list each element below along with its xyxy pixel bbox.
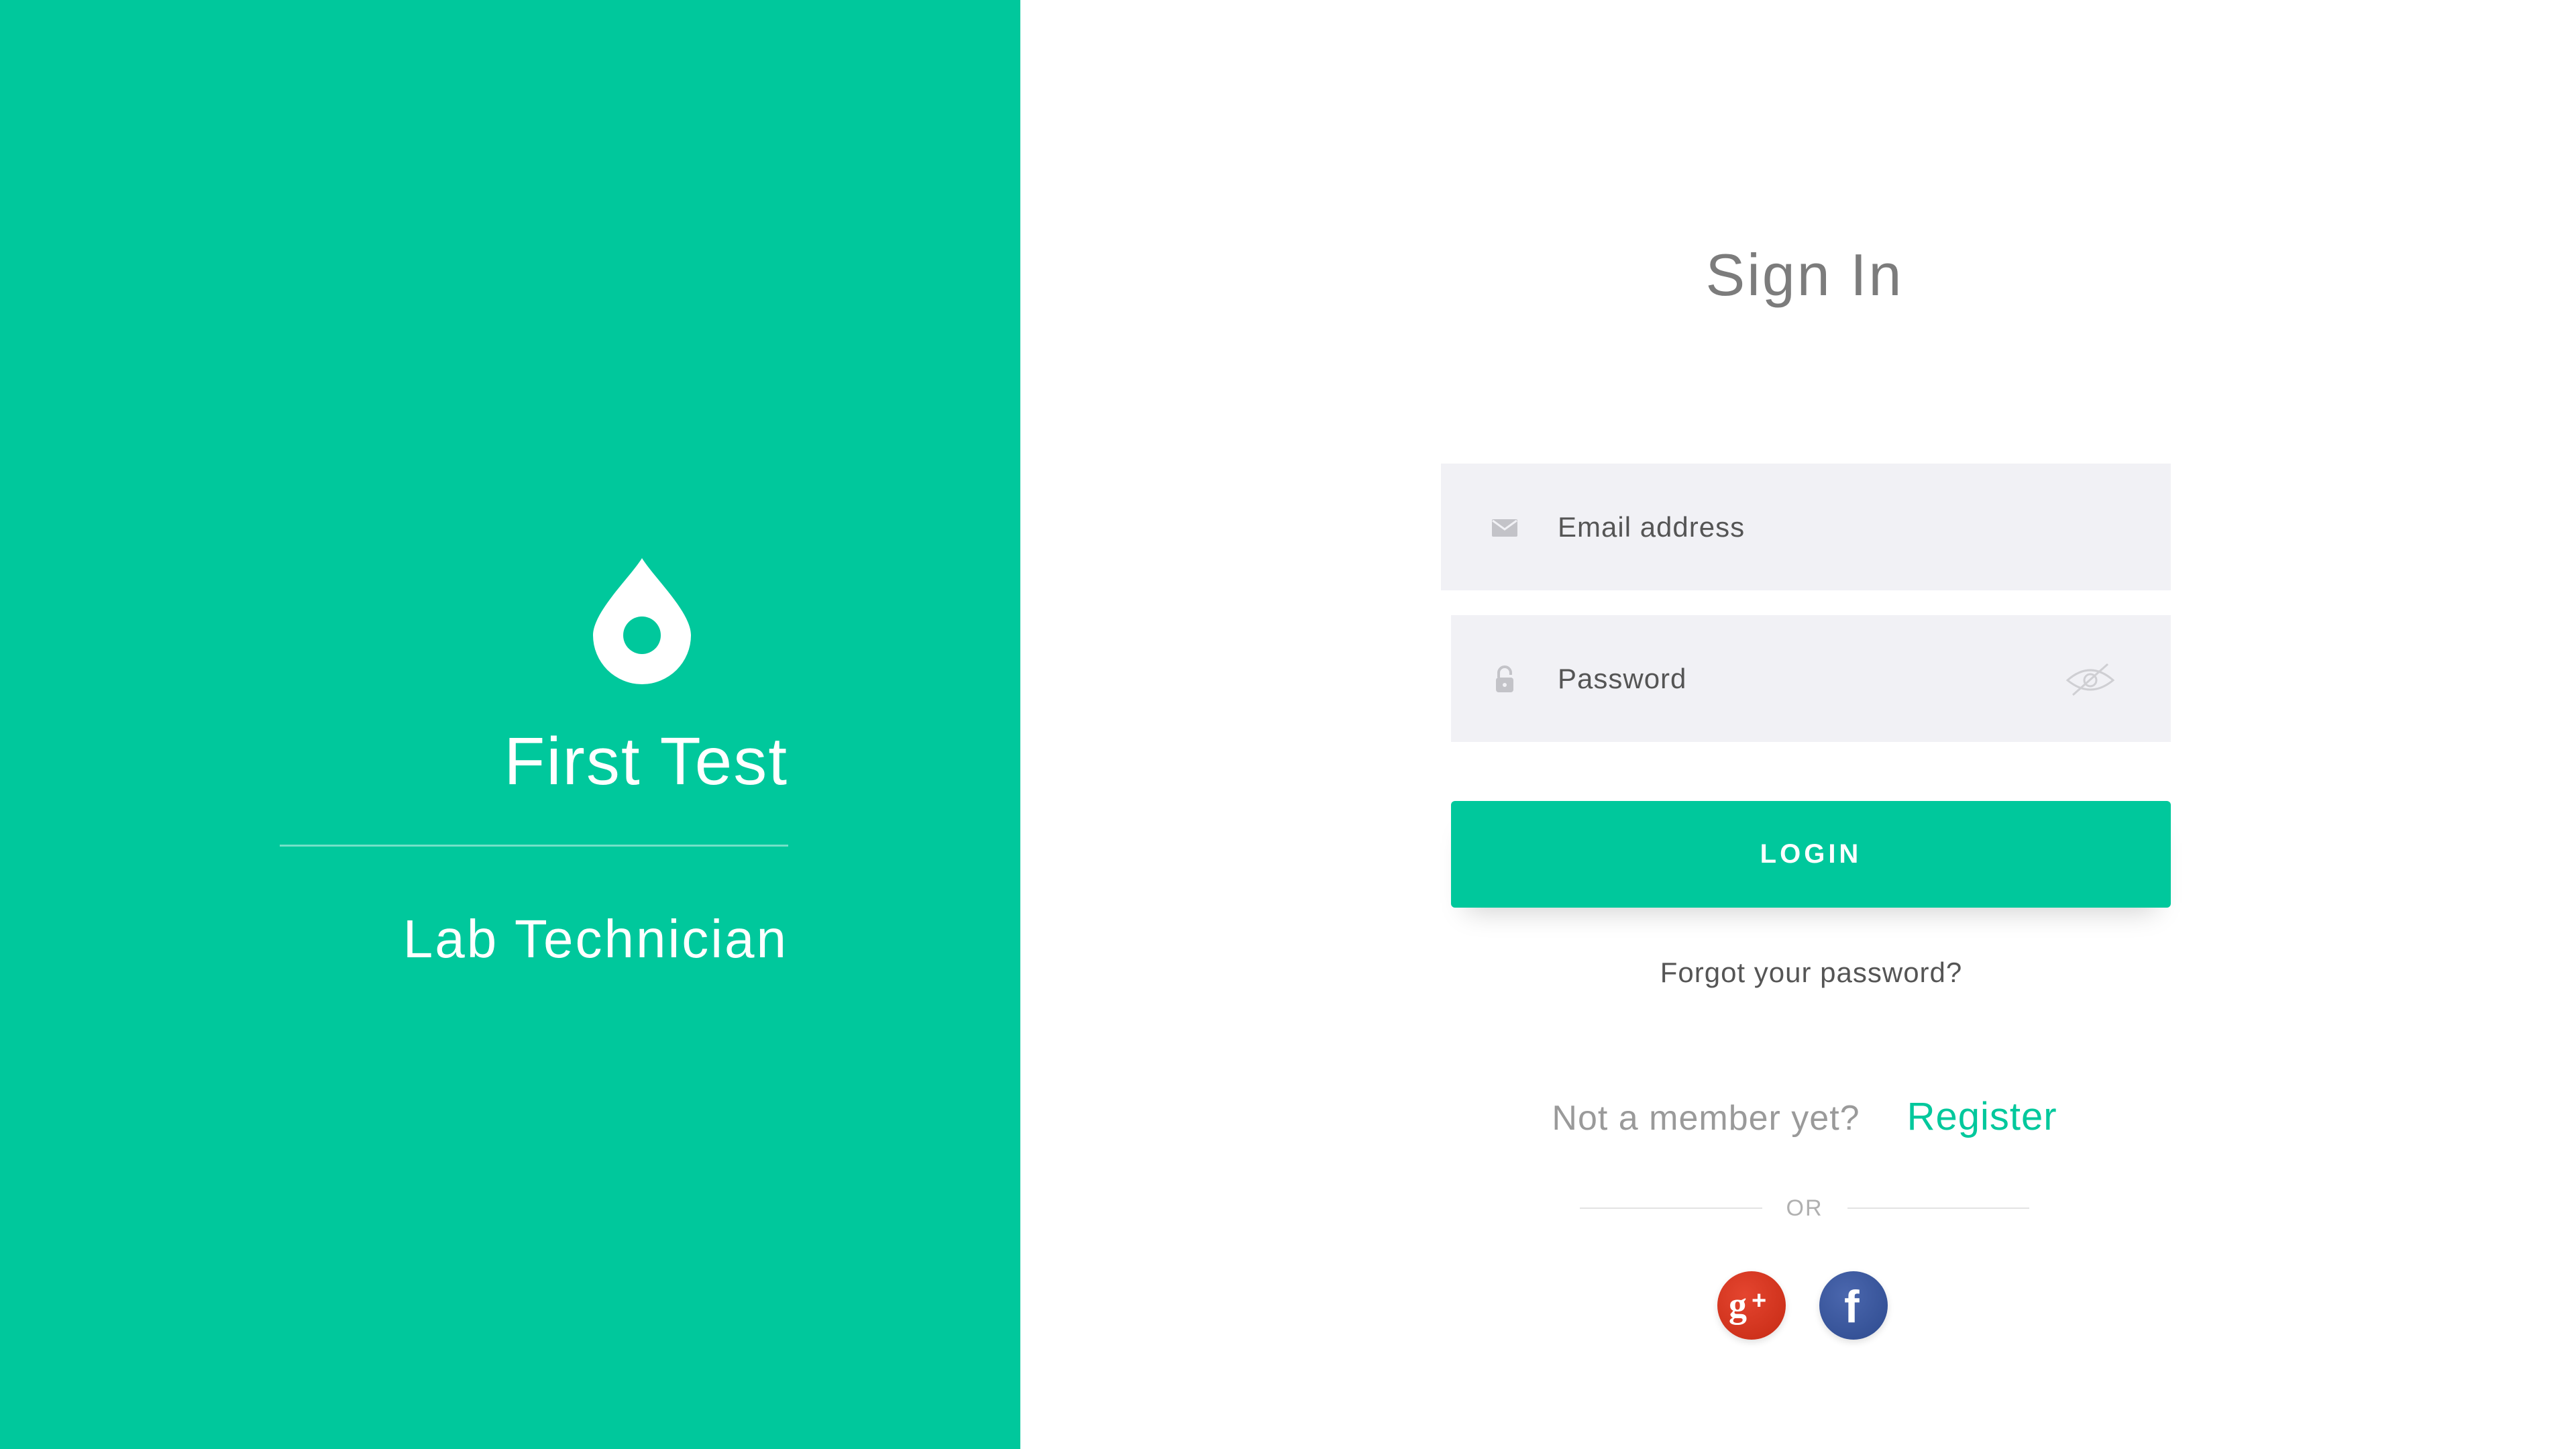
email-input[interactable] <box>1558 464 2135 590</box>
envelope-icon <box>1488 511 1521 544</box>
login-button[interactable]: LOGIN <box>1451 801 2171 908</box>
eye-slash-icon[interactable] <box>2063 655 2117 702</box>
or-label: OR <box>1786 1195 1823 1221</box>
google-plus-button[interactable]: g + <box>1717 1271 1786 1340</box>
facebook-button[interactable]: f <box>1819 1271 1888 1340</box>
social-login-row: g + f <box>1717 1271 1888 1340</box>
divider-line-left <box>1580 1208 1762 1209</box>
register-row: Not a member yet? Register <box>1476 1093 2133 1142</box>
divider-line-right <box>1847 1208 2029 1209</box>
brand-panel: First Test Lab Technician <box>0 0 1020 1449</box>
register-link[interactable]: Register <box>1907 1093 2057 1140</box>
register-prompt: Not a member yet? <box>1552 1099 1860 1138</box>
svg-text:g: g <box>1729 1285 1747 1325</box>
lock-icon <box>1488 662 1521 696</box>
password-field <box>1451 615 2171 742</box>
page-title: Sign In <box>1705 241 1904 308</box>
brand-divider <box>280 845 788 847</box>
svg-text:+: + <box>1752 1287 1766 1315</box>
or-divider: OR <box>1580 1191 2029 1225</box>
drop-icon <box>593 558 691 684</box>
email-field <box>1441 464 2171 590</box>
login-page: First Test Lab Technician Sign In Email … <box>0 0 2576 1449</box>
forgot-password-link[interactable]: Forgot your password? <box>1543 953 2080 993</box>
google-plus-icon: g + <box>1729 1285 1766 1325</box>
facebook-icon: f <box>1844 1282 1860 1329</box>
brand-title: First Test <box>504 724 788 799</box>
password-input[interactable] <box>1558 615 2027 742</box>
brand-role: Lab Technician <box>402 909 788 969</box>
svg-text:f: f <box>1844 1282 1860 1329</box>
